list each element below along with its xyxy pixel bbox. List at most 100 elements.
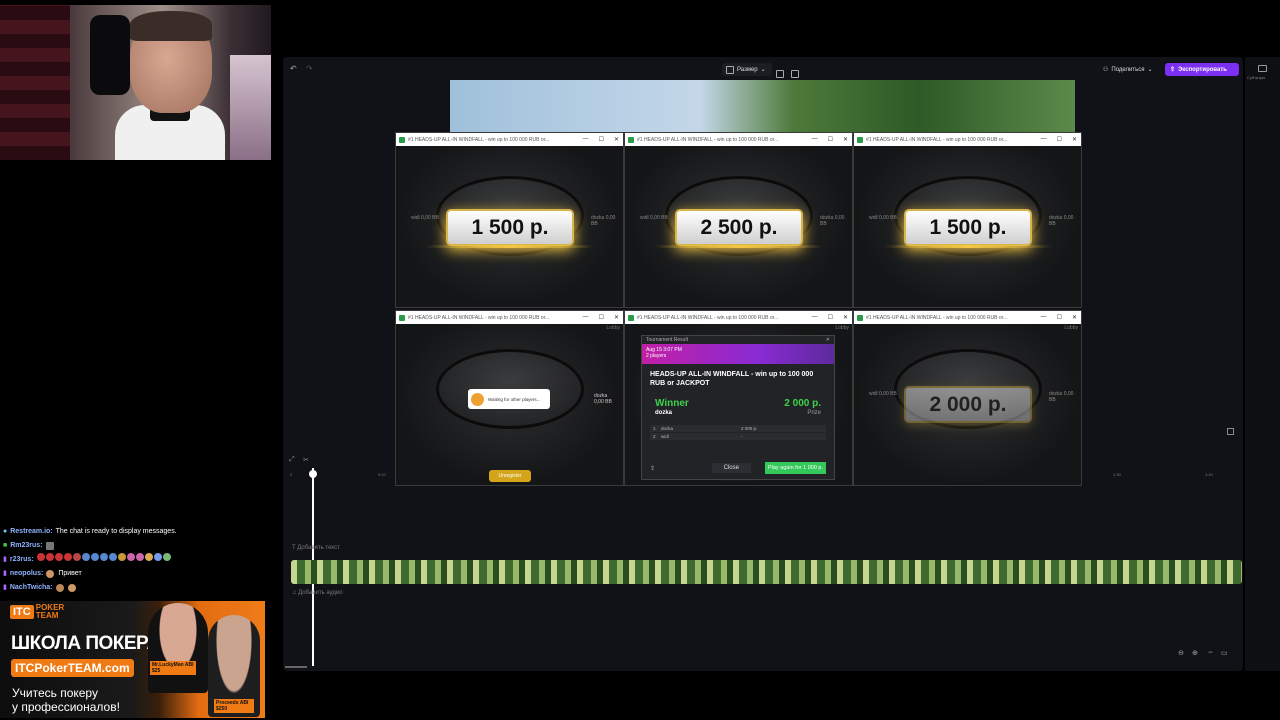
close-icon[interactable]: ✕ — [1072, 136, 1077, 143]
play-again-button[interactable]: Play again for 1 000 р. — [764, 462, 826, 474]
maximize-icon[interactable]: ☐ — [599, 136, 604, 143]
close-icon[interactable]: ✕ — [843, 314, 848, 321]
lobby-link[interactable]: Lobby — [1064, 325, 1078, 333]
ruler-tick: 1:40 — [1205, 472, 1213, 477]
app-icon — [399, 314, 405, 321]
prize-display: 1 500 р. — [446, 209, 574, 246]
result-banner: Aug 15 3:07 PM 2 players — [642, 344, 834, 364]
player-tag: Proceeds ABI $250 — [214, 699, 254, 713]
minimize-icon[interactable]: — — [812, 136, 818, 143]
ad-title: ШКОЛА ПОКЕРА — [11, 633, 160, 654]
zoom-out-icon[interactable]: ⊖ — [1178, 649, 1184, 657]
dialog-header-text: Tournament Result — [646, 337, 688, 343]
restream-icon: ● — [3, 528, 8, 535]
fullscreen-icon[interactable] — [1227, 428, 1234, 435]
table-toolbar: Lobby — [399, 325, 620, 333]
window-title: #1 HEADS-UP ALL-IN WINDFALL - win up to … — [637, 314, 779, 321]
maximize-icon[interactable]: ☐ — [599, 314, 604, 321]
app-icon — [628, 136, 634, 143]
close-icon[interactable]: ✕ — [614, 314, 619, 321]
export-button[interactable]: ⇧ Экспортировать — [1165, 63, 1239, 76]
prize-display: 1 500 р. — [904, 209, 1032, 246]
emote-icon — [55, 584, 64, 592]
close-icon[interactable]: ✕ — [826, 337, 830, 343]
chat-username: Restream.io: — [10, 528, 53, 535]
zoom-in-icon[interactable]: ⊕ — [1192, 649, 1198, 657]
add-audio-track[interactable]: ♫ Добавить аудио — [292, 590, 343, 596]
poker-table-window[interactable]: #1 HEADS-UP ALL-IN WINDFALL - win up to … — [853, 132, 1082, 308]
seat-player-stack: 0,00 BB — [594, 399, 612, 405]
poker-table-window[interactable]: #1 HEADS-UP ALL-IN WINDFALL - win up to … — [395, 132, 624, 308]
close-button[interactable]: Close — [711, 463, 751, 473]
upload-icon: ⇧ — [1170, 67, 1176, 73]
close-icon[interactable]: ✕ — [843, 136, 848, 143]
minimize-icon[interactable]: — — [812, 314, 818, 321]
unregister-button[interactable]: Unregister — [489, 470, 531, 482]
result-players: 2 players — [646, 353, 667, 359]
chat-line: ▮ NachTwicha: — [0, 581, 270, 595]
minimize-icon[interactable]: — — [583, 314, 589, 321]
poker-table-window[interactable]: #1 HEADS-UP ALL-IN WINDFALL - win up to … — [624, 132, 853, 308]
window-titlebar: #1 HEADS-UP ALL-IN WINDFALL - win up to … — [625, 311, 852, 324]
poker-table-window-faded[interactable]: #1 HEADS-UP ALL-IN WINDFALL - win up to … — [853, 310, 1082, 486]
pokerteam-logo-text: POKER TEAM — [36, 604, 64, 620]
app-icon — [857, 314, 863, 321]
size-button[interactable]: Размер ⌄ — [722, 63, 772, 76]
chat-line: ▮ r23rus: — [0, 553, 270, 567]
dialog-header: Tournament Result ✕ — [642, 336, 834, 344]
app-icon — [399, 136, 405, 143]
text-icon: T — [292, 545, 296, 551]
webcam-feed — [0, 5, 271, 160]
kick-icon: ■ — [3, 542, 8, 549]
chat-username: neopolus: — [9, 570, 44, 577]
seat-left: widl 0,00 BB — [411, 215, 439, 221]
undo-icon[interactable]: ↶ — [290, 64, 297, 73]
winner-details: dozka Prize — [642, 409, 834, 416]
share-icon[interactable]: ⇪ — [650, 465, 655, 472]
share-button[interactable]: ⚇ Поделиться ⌄ — [1099, 63, 1157, 76]
poker-school-ad: ITC POKER TEAM ШКОЛА ПОКЕРА ITCPokerTEAM… — [0, 601, 265, 718]
split-icon[interactable]: ⤢ — [289, 456, 295, 464]
minimize-icon[interactable]: — — [583, 136, 589, 143]
maximize-icon[interactable]: ☐ — [828, 314, 833, 321]
ruler-tick: 0 — [290, 472, 293, 477]
maximize-icon[interactable]: ☐ — [1057, 314, 1062, 321]
video-track[interactable] — [291, 560, 1242, 584]
close-icon[interactable]: ✕ — [614, 136, 619, 143]
ad-subtitle: Учитесь покеру у профессионалов! — [12, 686, 120, 714]
maximize-icon[interactable]: ☐ — [1057, 136, 1062, 143]
close-icon[interactable]: ✕ — [1072, 314, 1077, 321]
right-rail: Субтитры — [1245, 57, 1280, 671]
prize-label: Prize — [807, 410, 821, 416]
redo-icon[interactable]: ↷ — [306, 64, 313, 73]
row-position: 1 — [653, 426, 656, 431]
table-toolbar: Lobby — [628, 325, 849, 333]
window-title: #1 HEADS-UP ALL-IN WINDFALL - win up to … — [637, 136, 779, 143]
add-text-track[interactable]: T Добавить текст — [292, 545, 340, 551]
lobby-link[interactable]: Lobby — [606, 325, 620, 333]
window-title: #1 HEADS-UP ALL-IN WINDFALL - win up to … — [866, 136, 1008, 143]
window-titlebar: #1 HEADS-UP ALL-IN WINDFALL - win up to … — [396, 311, 623, 324]
minimize-icon[interactable]: — — [1041, 314, 1047, 321]
captions-icon[interactable] — [1258, 65, 1267, 72]
poker-table-window-waiting[interactable]: #1 HEADS-UP ALL-IN WINDFALL - win up to … — [395, 310, 624, 486]
itc-logo: ITC POKER TEAM — [10, 604, 64, 620]
scissors-icon[interactable]: ✂ — [303, 456, 309, 464]
lobby-link[interactable]: Lobby — [835, 325, 849, 333]
minimize-icon[interactable]: — — [1041, 136, 1047, 143]
playhead-handle[interactable] — [309, 470, 317, 478]
emote-icon — [67, 584, 76, 592]
row-position: 2 — [653, 434, 656, 439]
maximize-icon[interactable]: ☐ — [828, 136, 833, 143]
window-title: #1 HEADS-UP ALL-IN WINDFALL - win up to … — [408, 314, 550, 321]
fit-icon[interactable]: ⇔ — [1207, 649, 1214, 656]
streamer-hair — [130, 11, 212, 41]
chevron-down-icon: ⌄ — [760, 67, 766, 73]
layout-icon[interactable]: ▭ — [1221, 649, 1228, 657]
seat-left: widl 0,00 BB — [869, 215, 897, 221]
scrollbar[interactable] — [285, 666, 307, 668]
ad-subtitle-line: Учитесь покеру — [12, 686, 98, 700]
seat-right: dozka 0,00 BB — [1049, 215, 1074, 227]
seat-left: widl 0,00 BB — [869, 391, 897, 397]
chat-username: NachTwicha: — [9, 584, 53, 591]
